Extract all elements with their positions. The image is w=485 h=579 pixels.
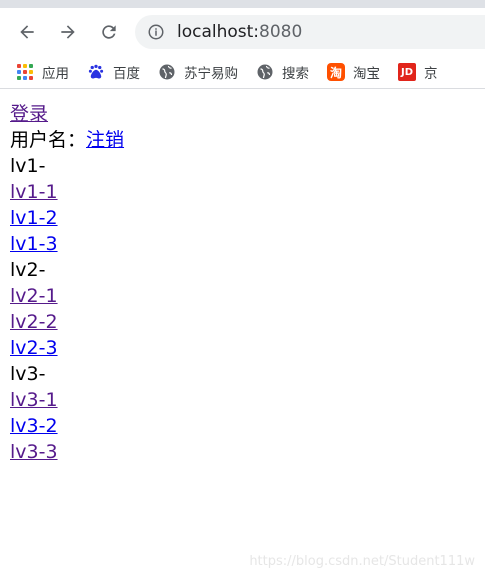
url-text: localhost:8080 xyxy=(177,22,302,42)
bookmark-taobao[interactable]: 淘 淘宝 xyxy=(327,62,380,82)
address-bar[interactable]: localhost:8080 xyxy=(135,15,485,49)
watermark: https://blog.csdn.net/Student111w xyxy=(249,554,475,569)
bookmark-jd[interactable]: JD 京 xyxy=(398,62,438,82)
bookmarks-bar: 应用 百度 苏宁易购 搜索 淘 淘宝 JD 京 xyxy=(0,56,485,89)
username-label: 用户名： xyxy=(10,129,87,151)
login-link[interactable]: 登录 xyxy=(10,103,48,125)
forward-arrow-icon xyxy=(61,25,75,39)
globe-icon xyxy=(158,63,176,81)
bookmark-label: 应用 xyxy=(42,66,69,82)
url-host: localhost: xyxy=(177,22,260,42)
bookmark-suning[interactable]: 苏宁易购 xyxy=(158,62,238,82)
back-arrow-icon xyxy=(20,25,34,39)
globe-icon xyxy=(256,63,274,81)
bookmark-baidu[interactable]: 百度 xyxy=(87,62,140,82)
level-link[interactable]: lv1-2 xyxy=(10,207,58,229)
logout-link[interactable]: 注销 xyxy=(86,129,124,151)
jd-icon: JD xyxy=(398,63,416,81)
bookmark-label: 搜索 xyxy=(282,66,309,82)
level-link[interactable]: lv2-2 xyxy=(10,311,58,333)
bookmark-label: 淘宝 xyxy=(353,66,380,82)
info-icon xyxy=(148,24,164,40)
back-button[interactable] xyxy=(10,15,44,49)
level-link[interactable]: lv3-1 xyxy=(10,389,58,411)
url-port: 8080 xyxy=(259,22,303,42)
bookmark-label: 京 xyxy=(424,66,438,82)
level-link[interactable]: lv2-1 xyxy=(10,285,58,307)
user-row: 用户名：注销 xyxy=(10,127,475,153)
bookmark-label: 苏宁易购 xyxy=(184,66,238,82)
reload-button[interactable] xyxy=(92,15,126,49)
baidu-paw-icon xyxy=(87,63,105,81)
section-title: lv2- xyxy=(10,259,46,281)
level-link[interactable]: lv3-2 xyxy=(10,415,58,437)
bookmark-search[interactable]: 搜索 xyxy=(256,62,309,82)
level-link[interactable]: lv2-3 xyxy=(10,337,58,359)
section-title: lv1- xyxy=(10,155,46,177)
level-link[interactable]: lv1-3 xyxy=(10,233,58,255)
reload-icon xyxy=(102,25,116,39)
bookmark-apps[interactable]: 应用 xyxy=(16,62,69,82)
apps-icon xyxy=(16,63,34,81)
tab-strip xyxy=(0,0,485,8)
forward-button[interactable] xyxy=(51,15,85,49)
taobao-icon: 淘 xyxy=(327,63,345,81)
level-link[interactable]: lv3-3 xyxy=(10,441,58,463)
page-content: 登录 用户名：注销 lv1- lv1-1 lv1-2 lv1-3 lv2- lv… xyxy=(0,89,485,477)
level-link[interactable]: lv1-1 xyxy=(10,181,58,203)
section-title: lv3- xyxy=(10,363,46,385)
bookmark-label: 百度 xyxy=(113,66,140,82)
browser-toolbar: localhost:8080 xyxy=(0,8,485,56)
